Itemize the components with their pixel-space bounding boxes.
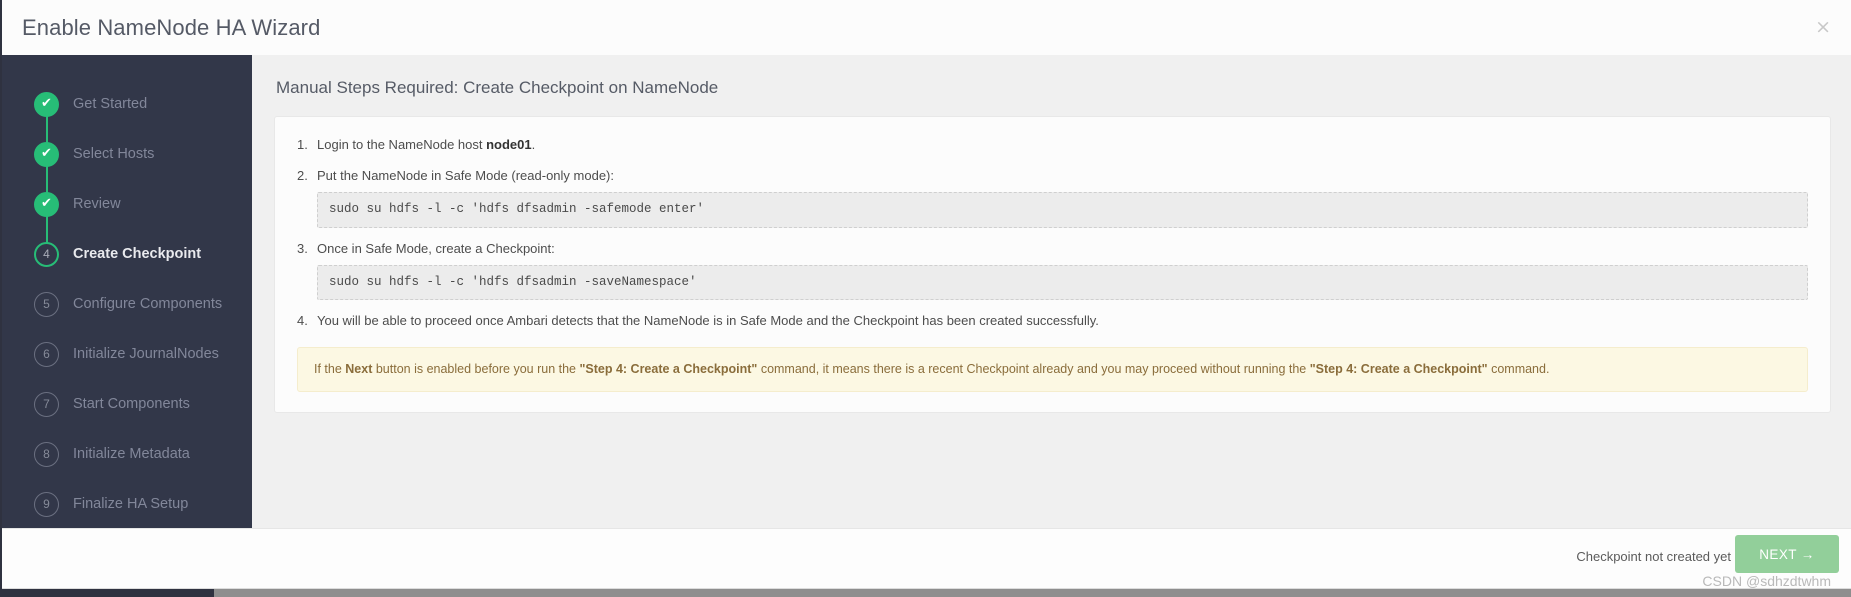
warning-text-bold2: "Step 4: Create a Checkpoint" bbox=[579, 362, 758, 377]
list-item-bold: node01 bbox=[486, 137, 532, 152]
wizard-body: ✔ Get Started ✔ Select Hosts ✔ Review 4 … bbox=[2, 55, 1851, 528]
sidebar-item-label: Get Started bbox=[73, 96, 148, 112]
page-title: Enable NameNode HA Wizard bbox=[22, 14, 321, 40]
close-icon[interactable]: × bbox=[1815, 18, 1831, 37]
scrollbar-thumb[interactable] bbox=[2, 589, 214, 597]
step-check-icon: ✔ bbox=[34, 191, 59, 217]
sidebar-item-review[interactable]: ✔ Review bbox=[2, 179, 252, 229]
list-item: Put the NameNode in Safe Mode (read-only… bbox=[297, 166, 1808, 228]
sidebar-item-label: Create Checkpoint bbox=[73, 246, 202, 262]
manual-steps-list: Login to the NameNode host node01. Put t… bbox=[297, 135, 1808, 331]
sidebar-item-label: Select Hosts bbox=[73, 146, 155, 162]
list-item: Once in Safe Mode, create a Checkpoint: … bbox=[297, 239, 1808, 301]
list-item-text-after: . bbox=[531, 137, 536, 152]
scrollbar-track[interactable] bbox=[214, 589, 1851, 597]
step-number-badge: 5 bbox=[34, 291, 59, 317]
wizard-content: Manual Steps Required: Create Checkpoint… bbox=[252, 55, 1851, 528]
list-item: You will be able to proceed once Ambari … bbox=[297, 311, 1808, 331]
warning-alert: If the Next button is enabled before you… bbox=[297, 347, 1808, 393]
warning-text-part1: If the bbox=[314, 362, 346, 377]
instructions-panel: Login to the NameNode host node01. Put t… bbox=[274, 116, 1831, 414]
list-item-text: Once in Safe Mode, create a Checkpoint: bbox=[317, 240, 555, 256]
code-block-safemode-enter[interactable]: sudo su hdfs -l -c 'hdfs dfsadmin -safem… bbox=[317, 192, 1808, 228]
list-item-text: You will be able to proceed once Ambari … bbox=[317, 313, 1099, 329]
warning-text-part4: command. bbox=[1487, 362, 1550, 377]
sidebar-item-initialize-metadata[interactable]: 8 Initialize Metadata bbox=[2, 429, 252, 479]
sidebar-item-get-started[interactable]: ✔ Get Started bbox=[2, 79, 252, 129]
step-number-badge: 8 bbox=[34, 441, 59, 467]
wizard-footer: Checkpoint not created yet NEXT → CSDN @… bbox=[2, 528, 1851, 597]
sidebar-item-label: Configure Components bbox=[73, 296, 223, 312]
horizontal-scrollbar[interactable] bbox=[2, 588, 1851, 597]
step-number-badge: 6 bbox=[34, 341, 59, 367]
sidebar-item-label: Initialize JournalNodes bbox=[73, 346, 219, 362]
step-number-badge: 7 bbox=[34, 391, 59, 417]
sidebar-item-configure-components[interactable]: 5 Configure Components bbox=[2, 279, 252, 329]
wizard-modal: Enable NameNode HA Wizard × ✔ Get Starte… bbox=[0, 0, 1851, 597]
step-check-icon: ✔ bbox=[34, 141, 59, 167]
warning-text-part3: command, it means there is a recent Chec… bbox=[757, 362, 1310, 377]
list-item: Login to the NameNode host node01. bbox=[297, 135, 1808, 155]
sidebar-item-select-hosts[interactable]: ✔ Select Hosts bbox=[2, 129, 252, 179]
code-block-savenamespace[interactable]: sudo su hdfs -l -c 'hdfs dfsadmin -saveN… bbox=[317, 264, 1808, 301]
status-badge: Checkpoint not created yet bbox=[1576, 549, 1731, 564]
sidebar-item-finalize-ha-setup[interactable]: 9 Finalize HA Setup bbox=[2, 479, 252, 529]
sidebar-item-label: Finalize HA Setup bbox=[73, 496, 189, 512]
content-heading: Manual Steps Required: Create Checkpoint… bbox=[276, 78, 719, 97]
watermark: CSDN @sdhzdtwhm bbox=[1702, 573, 1831, 589]
step-check-icon: ✔ bbox=[34, 91, 59, 117]
warning-text-bold3: "Step 4: Create a Checkpoint" bbox=[1309, 362, 1488, 377]
step-number-badge: 9 bbox=[34, 491, 59, 517]
list-item-text-before: Login to the NameNode host bbox=[317, 137, 487, 152]
sidebar-item-initialize-journalnodes[interactable]: 6 Initialize JournalNodes bbox=[2, 329, 252, 379]
sidebar-item-start-components[interactable]: 7 Start Components bbox=[2, 379, 252, 429]
sidebar-item-label: Start Components bbox=[73, 396, 190, 412]
sidebar-item-label: Review bbox=[73, 196, 121, 212]
sidebar-item-label: Initialize Metadata bbox=[73, 446, 190, 462]
list-item-text: Login to the NameNode host node01. bbox=[317, 137, 535, 152]
step-number-badge: 4 bbox=[34, 241, 59, 267]
sidebar-item-create-checkpoint[interactable]: 4 Create Checkpoint bbox=[2, 229, 252, 279]
wizard-step-sidebar: ✔ Get Started ✔ Select Hosts ✔ Review 4 … bbox=[2, 55, 252, 528]
wizard-header: Enable NameNode HA Wizard × bbox=[2, 0, 1851, 55]
warning-text-bold1: Next bbox=[345, 362, 373, 377]
list-item-text: Put the NameNode in Safe Mode (read-only… bbox=[317, 168, 614, 184]
warning-text-part2: button is enabled before you run the bbox=[372, 362, 580, 377]
next-button[interactable]: NEXT → bbox=[1735, 535, 1839, 573]
